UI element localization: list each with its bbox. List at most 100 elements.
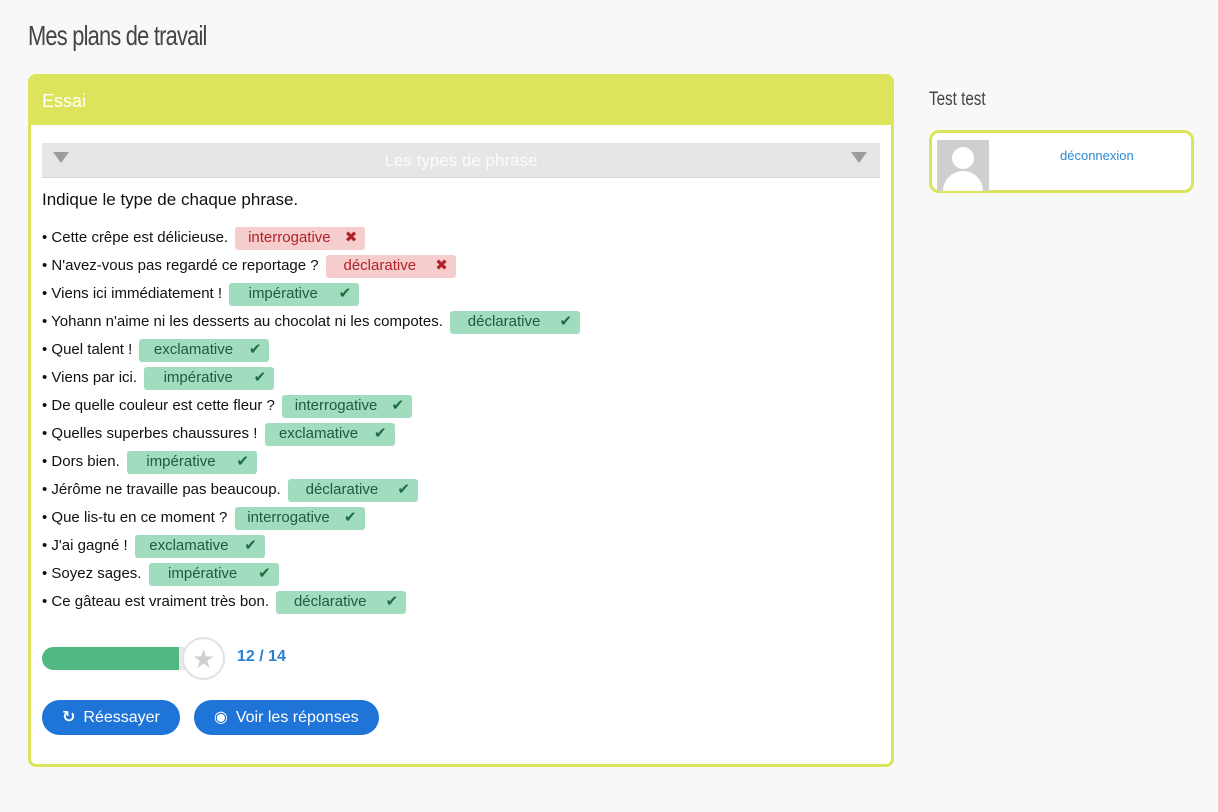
answer-label: impérative: [163, 369, 233, 386]
answer-correct[interactable]: exclamative ✔: [134, 535, 265, 558]
sentence-text: Viens ici immédiatement !: [51, 285, 223, 302]
answer-label: interrogative: [247, 509, 330, 526]
list-item: • Yohann n'aime ni les desserts au choco…: [42, 308, 880, 336]
sentence-text: Quel talent !: [51, 341, 133, 358]
check-icon: ✔: [373, 425, 387, 442]
sentence-text: J'ai gagné !: [51, 537, 128, 554]
page-title: Mes plans de travail: [28, 20, 207, 51]
list-item: • J'ai gagné ! exclamative ✔: [42, 532, 880, 560]
check-icon: ✔: [338, 285, 352, 302]
list-item: • Ce gâteau est vraiment très bon. décla…: [42, 588, 880, 616]
answer-correct[interactable]: interrogative ✔: [234, 507, 365, 530]
answer-label: impérative: [168, 565, 238, 582]
show-answers-button[interactable]: ◉ Voir les réponses: [193, 700, 379, 735]
answer-correct[interactable]: exclamative ✔: [139, 339, 270, 362]
answer-label: interrogative: [248, 229, 331, 246]
sentence-text: Yohann n'aime ni les desserts au chocola…: [51, 313, 443, 330]
answer-label: exclamative: [278, 425, 359, 442]
answer-label: déclarative: [305, 481, 379, 498]
sentence-text: Quelles superbes chaussures !: [51, 425, 258, 442]
answer-label: déclarative: [343, 257, 417, 274]
section-toggle[interactable]: Les types de phrase: [42, 143, 880, 178]
answer-label: impérative: [248, 285, 318, 302]
retry-label: Réessayer: [83, 709, 160, 726]
sentence-text: Que lis-tu en ce moment ?: [51, 509, 228, 526]
list-item: • Jérôme ne travaille pas beaucoup. décl…: [42, 476, 880, 504]
bullet: •: [42, 453, 52, 470]
cross-icon: ✖: [344, 229, 358, 246]
show-answers-label: Voir les réponses: [235, 709, 359, 726]
star-icon: ★: [182, 637, 225, 680]
sentence-text: Ce gâteau est vraiment très bon.: [51, 593, 270, 610]
progress-bar: [42, 647, 202, 670]
answer-label: déclarative: [293, 593, 367, 610]
check-icon: ✔: [397, 481, 410, 498]
list-item: • Dors bien. impérative ✔: [42, 448, 880, 476]
section-title: Les types de phrase: [384, 151, 538, 170]
answer-correct[interactable]: interrogative ✔: [282, 395, 413, 418]
check-icon: ✔: [258, 565, 271, 582]
instruction: Indique le type de chaque phrase.: [42, 190, 299, 209]
list-item: • Quelles superbes chaussures ! exclamat…: [42, 420, 880, 448]
answer-label: exclamative: [153, 341, 234, 358]
bullet: •: [42, 397, 52, 414]
list-item: • De quelle couleur est cette fleur ? in…: [42, 392, 880, 420]
answer-correct[interactable]: impérative ✔: [126, 451, 257, 474]
answer-label: déclarative: [467, 313, 541, 330]
bullet: •: [42, 369, 52, 386]
sentence-text: De quelle couleur est cette fleur ?: [51, 397, 275, 414]
user-name: Test test: [929, 89, 986, 110]
check-icon: ✔: [391, 397, 405, 414]
progress-row: ★ 12 / 14: [42, 636, 880, 680]
check-icon: ✔: [343, 509, 357, 526]
card-body: Les types de phrase Indique le type de c…: [31, 125, 891, 740]
bullet: •: [42, 425, 52, 442]
avatar: [937, 140, 989, 191]
check-icon: ✔: [253, 369, 267, 386]
answer-wrong[interactable]: interrogative ✖: [235, 227, 366, 250]
answer-wrong[interactable]: déclarative ✖: [325, 255, 456, 278]
answer-label: exclamative: [149, 537, 229, 554]
list-item: • Cette crêpe est délicieuse. interrogat…: [42, 224, 880, 252]
bullet: •: [42, 313, 52, 330]
retry-button[interactable]: ↻ Réessayer: [42, 700, 180, 735]
sentence-text: Jérôme ne travaille pas beaucoup.: [51, 481, 281, 498]
user-card: déconnexion: [929, 130, 1194, 193]
answer-correct[interactable]: déclarative ✔: [450, 311, 581, 334]
answer-correct[interactable]: impérative ✔: [229, 283, 360, 306]
answer-correct[interactable]: déclarative ✔: [287, 479, 418, 502]
collapse-right-icon: [851, 152, 867, 163]
score-label: 12 / 14: [237, 648, 286, 665]
bullet: •: [42, 481, 52, 498]
sentence-text: Cette crêpe est délicieuse.: [51, 229, 229, 246]
sentence-text: Viens par ici.: [51, 369, 138, 386]
list-item: • N'avez-vous pas regardé ce reportage ?…: [42, 252, 880, 280]
collapse-left-icon: [53, 152, 69, 163]
list-item: • Soyez sages. impérative ✔: [42, 560, 880, 588]
answer-correct[interactable]: impérative ✔: [148, 563, 279, 586]
bullet: •: [42, 593, 52, 610]
list-item: • Que lis-tu en ce moment ? interrogativ…: [42, 504, 880, 532]
sentence-text: N'avez-vous pas regardé ce reportage ?: [51, 257, 319, 274]
check-icon: ✔: [248, 341, 262, 358]
button-row: ↻ Réessayer ◉ Voir les réponses: [42, 700, 880, 740]
answer-correct[interactable]: déclarative ✔: [276, 591, 407, 614]
list-item: • Viens ici immédiatement ! impérative ✔: [42, 280, 880, 308]
logout-link[interactable]: déconnexion: [1060, 148, 1134, 163]
bullet: •: [42, 229, 52, 246]
bullet: •: [42, 341, 52, 358]
check-icon: ✔: [385, 593, 399, 610]
progress-fill: [42, 647, 180, 670]
answer-label: interrogative: [294, 397, 378, 414]
sentence-list: • Cette crêpe est délicieuse. interrogat…: [42, 224, 880, 616]
bullet: •: [42, 565, 52, 582]
answer-correct[interactable]: exclamative ✔: [264, 423, 395, 446]
check-icon: ✔: [236, 453, 249, 470]
bullet: •: [42, 285, 52, 302]
cross-icon: ✖: [435, 257, 448, 274]
answer-correct[interactable]: impérative ✔: [144, 367, 275, 390]
exercise-card: Essai Les types de phrase Indique le typ…: [28, 74, 894, 767]
card-header: Essai: [31, 77, 891, 125]
eye-icon: ◉: [213, 709, 228, 726]
list-item: • Quel talent ! exclamative ✔: [42, 336, 880, 364]
